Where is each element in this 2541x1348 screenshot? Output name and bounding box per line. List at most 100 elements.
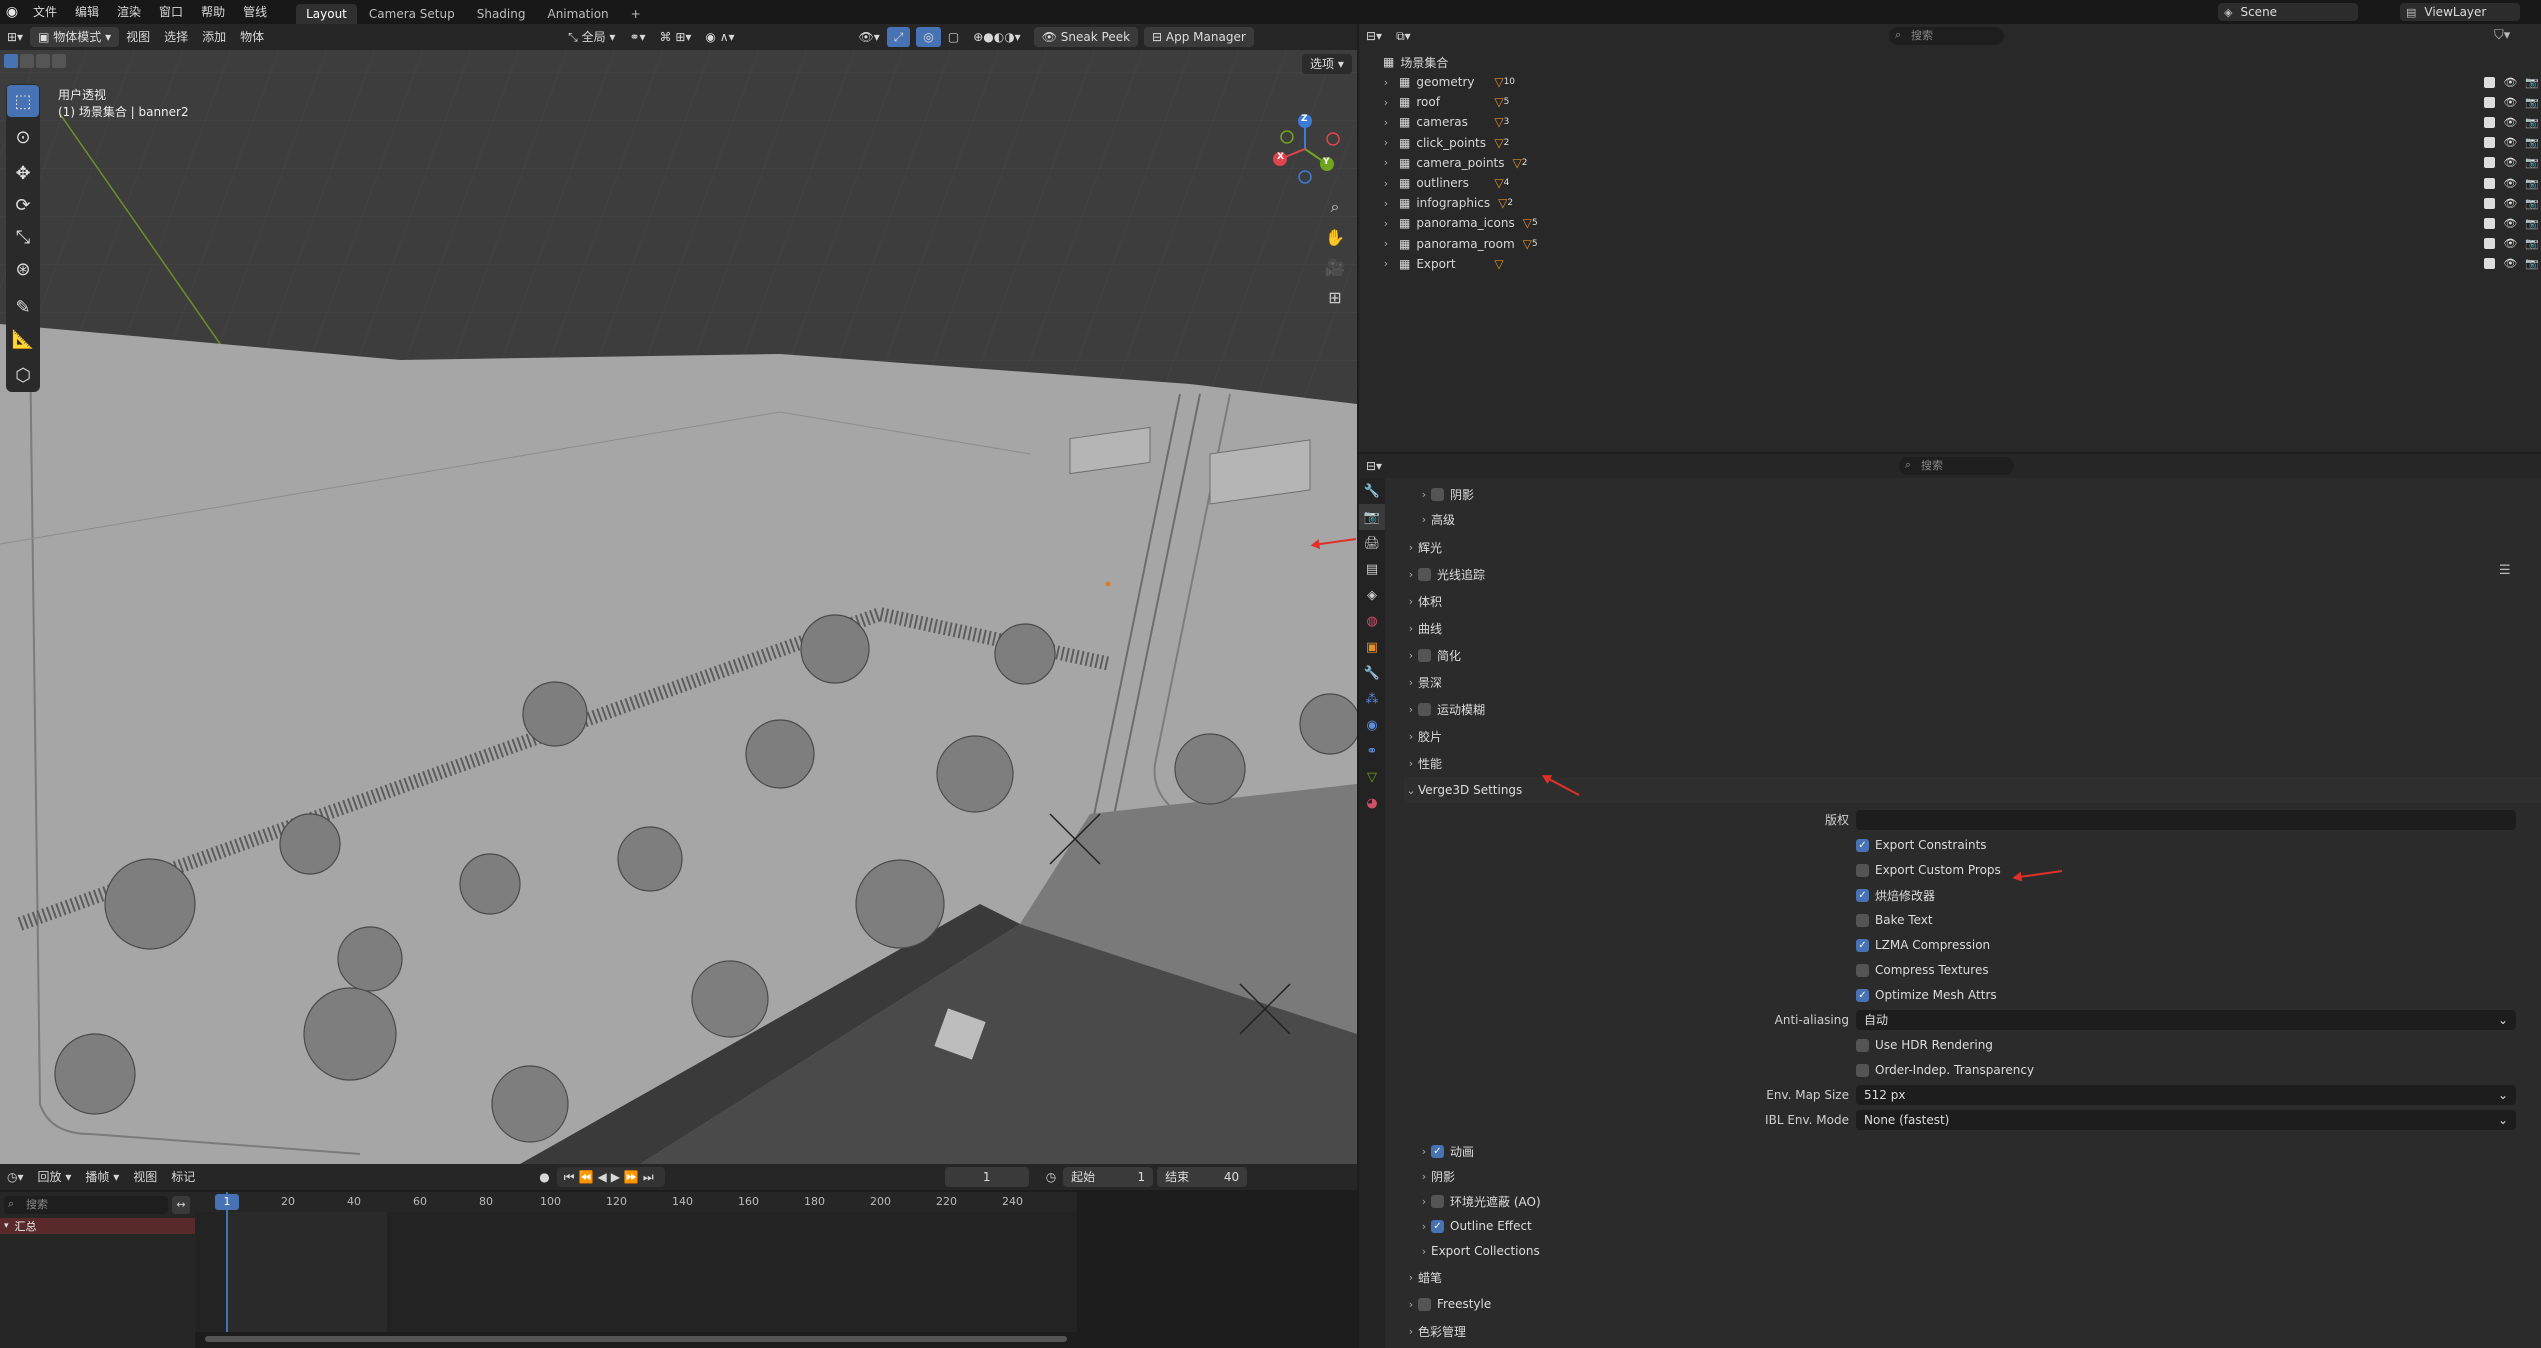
mode-selector[interactable]: ▣ 物体模式 ▾ bbox=[30, 27, 120, 47]
exclude-checkbox[interactable] bbox=[2484, 177, 2496, 189]
menu-select[interactable]: 选择 bbox=[157, 27, 195, 47]
chevron-right-icon[interactable]: › bbox=[1379, 217, 1393, 230]
add-workspace-button[interactable]: + bbox=[621, 4, 651, 24]
channel-search-input[interactable]: 搜索 bbox=[4, 1196, 168, 1214]
annotate-tool[interactable]: ✎ bbox=[7, 291, 39, 323]
zoom-icon[interactable]: ⌕ bbox=[1320, 192, 1350, 222]
constraints-tab-icon[interactable]: ⚭ bbox=[1359, 738, 1385, 764]
eye-icon[interactable]: 👁 bbox=[2503, 197, 2517, 210]
render-camera-icon[interactable]: 📷 bbox=[2525, 136, 2539, 149]
viewlayer-selector[interactable]: ▤ ViewLayer bbox=[2400, 3, 2520, 21]
exclude-checkbox[interactable] bbox=[2484, 217, 2496, 229]
snap-icon[interactable]: ⌘ ⊞▾ bbox=[653, 27, 699, 47]
copyright-field[interactable] bbox=[1856, 810, 2516, 830]
chevron-right-icon[interactable]: › bbox=[1379, 156, 1393, 169]
verge-option[interactable]: Order-Indep. Transparency bbox=[1856, 1059, 2034, 1081]
ortho-grid-icon[interactable]: ⊞ bbox=[1320, 282, 1350, 312]
panel-color-management[interactable]: › 色彩管理 bbox=[1404, 1318, 2541, 1344]
verge-option[interactable]: Bake Text bbox=[1856, 909, 1933, 931]
menu-file[interactable]: 文件 bbox=[24, 0, 66, 24]
menu-object[interactable]: 物体 bbox=[233, 27, 271, 47]
verge-option[interactable]: ✓ LZMA Compression bbox=[1856, 934, 1990, 956]
render-camera-icon[interactable]: 📷 bbox=[2525, 217, 2539, 230]
outliner-item[interactable]: › ▦ click_points ▽ 2 👁 📷 bbox=[1359, 133, 2541, 153]
menu-pipeline[interactable]: 管线 bbox=[234, 0, 276, 24]
render-camera-icon[interactable]: 📷 bbox=[2525, 76, 2539, 89]
3d-viewport[interactable]: ⊞▾ ▣ 物体模式 ▾ 视图 选择 添加 物体 ⤡ 全局 ▾ ⚭▾ ⌘ ⊞▾ ◉… bbox=[0, 24, 1357, 1164]
render-panel[interactable]: › 胶片 bbox=[1404, 723, 2541, 749]
eye-icon[interactable]: 👁 bbox=[2503, 257, 2517, 270]
menu-playback[interactable]: 回放 ▾ bbox=[31, 1167, 79, 1187]
menu-marker[interactable]: 标记 bbox=[164, 1167, 202, 1187]
tab-camera-setup[interactable]: Camera Setup bbox=[359, 4, 465, 24]
world-tab-icon[interactable]: ◍ bbox=[1359, 608, 1385, 634]
outliner-item[interactable]: › ▦ geometry ▽ 10 👁 📷 bbox=[1359, 72, 2541, 92]
chevron-right-icon[interactable]: › bbox=[1379, 116, 1393, 129]
proportional-edit-icon[interactable]: ◉ ∧▾ bbox=[698, 27, 741, 47]
measure-tool[interactable]: 📐 bbox=[7, 323, 39, 355]
swap-icon[interactable]: ↔ bbox=[172, 1196, 190, 1214]
select-box-tool[interactable]: ⬚ bbox=[7, 85, 39, 117]
record-icon[interactable]: ● bbox=[532, 1167, 556, 1187]
transform-tool[interactable]: ⊛ bbox=[7, 253, 39, 285]
eye-icon[interactable]: 👁 bbox=[2503, 96, 2517, 109]
chevron-right-icon[interactable]: › bbox=[1379, 177, 1393, 190]
rotate-tool[interactable]: ⟳ bbox=[7, 189, 39, 221]
chevron-right-icon[interactable]: › bbox=[1379, 257, 1393, 270]
output-tab-icon[interactable]: 🖨 bbox=[1359, 530, 1385, 556]
outliner-search-input[interactable]: 搜索 bbox=[1889, 27, 2004, 45]
view-layer-tab-icon[interactable]: ▤ bbox=[1359, 556, 1385, 582]
xray-icon[interactable]: ▢ bbox=[941, 27, 966, 47]
tab-shading[interactable]: Shading bbox=[467, 4, 536, 24]
select-extend-icon[interactable] bbox=[20, 54, 34, 68]
render-panel[interactable]: › 简化 bbox=[1404, 642, 2541, 668]
select-mode-buttons[interactable] bbox=[4, 54, 66, 72]
menu-view[interactable]: 视图 bbox=[119, 27, 157, 47]
clock-icon[interactable]: ◷ bbox=[1039, 1167, 1063, 1187]
render-panel[interactable]: › 体积 bbox=[1404, 588, 2541, 614]
end-frame-field[interactable]: 结束 40 bbox=[1157, 1167, 1248, 1187]
verge-option[interactable]: ✓ Export Constraints bbox=[1856, 834, 1987, 856]
exclude-checkbox[interactable] bbox=[2484, 137, 2496, 149]
render-camera-icon[interactable]: 📷 bbox=[2525, 257, 2539, 270]
chevron-right-icon[interactable]: › bbox=[1379, 197, 1393, 210]
render-panel[interactable]: › 辉光 bbox=[1404, 534, 2541, 560]
option-checkbox[interactable]: ✓ bbox=[1856, 938, 1869, 952]
outliner-item[interactable]: › ▦ outliners ▽ 4 👁 📷 bbox=[1359, 173, 2541, 193]
option-checkbox[interactable] bbox=[1856, 863, 1869, 877]
current-frame-field[interactable]: 1 bbox=[944, 1167, 1029, 1187]
ibl-select[interactable]: None (fastest) ⌄ bbox=[1856, 1110, 2516, 1130]
move-tool[interactable]: ✥ bbox=[7, 157, 39, 189]
menu-edit[interactable]: 编辑 bbox=[66, 0, 108, 24]
render-panel[interactable]: › 景深 bbox=[1404, 669, 2541, 695]
verge-option[interactable]: Use HDR Rendering bbox=[1856, 1034, 1993, 1056]
eye-icon[interactable]: 👁 bbox=[2503, 76, 2517, 89]
outliner-item[interactable]: › ▦ cameras ▽ 3 👁 📷 bbox=[1359, 112, 2541, 132]
option-checkbox[interactable]: ✓ bbox=[1856, 888, 1869, 902]
scale-tool[interactable]: ⤡ bbox=[7, 221, 39, 253]
particles-tab-icon[interactable]: ⁂ bbox=[1359, 686, 1385, 712]
eye-icon[interactable]: 👁 bbox=[2503, 116, 2517, 129]
object-tab-icon[interactable]: ▣ bbox=[1359, 634, 1385, 660]
pan-hand-icon[interactable]: ✋ bbox=[1320, 222, 1350, 252]
panel-grease-pencil[interactable]: › 蜡笔 bbox=[1404, 1264, 2541, 1290]
outliner-item[interactable]: › ▦ Export ▽ 👁 📷 bbox=[1359, 254, 2541, 274]
outliner-root[interactable]: ▦ 场景集合 bbox=[1359, 52, 2541, 72]
exclude-checkbox[interactable] bbox=[2484, 238, 2496, 250]
option-checkbox[interactable]: ✓ bbox=[1856, 838, 1869, 852]
modifier-tab-icon[interactable]: 🔧 bbox=[1359, 660, 1385, 686]
chevron-right-icon[interactable]: › bbox=[1379, 237, 1393, 250]
menu-keying[interactable]: 播帧 ▾ bbox=[78, 1167, 126, 1187]
subpanel-verge-shadows[interactable]: › 阴影 bbox=[1417, 1164, 2541, 1188]
outliner-item[interactable]: › ▦ panorama_icons ▽ 5 👁 📷 bbox=[1359, 213, 2541, 233]
render-camera-icon[interactable]: 📷 bbox=[2525, 116, 2539, 129]
render-camera-icon[interactable]: 📷 bbox=[2525, 177, 2539, 190]
tab-layout[interactable]: Layout bbox=[296, 4, 357, 24]
scene-tab-icon[interactable]: ◈ bbox=[1359, 582, 1385, 608]
display-mode-icon[interactable]: ⧉▾ bbox=[1389, 26, 1418, 46]
select-invert-icon[interactable] bbox=[52, 54, 66, 68]
option-checkbox[interactable]: ✓ bbox=[1856, 988, 1869, 1002]
panel-freestyle[interactable]: › Freestyle bbox=[1404, 1291, 2541, 1317]
render-panel[interactable]: › 光线追踪 bbox=[1404, 561, 2541, 587]
overlay-toggle-icon[interactable]: ◎ bbox=[916, 27, 941, 47]
